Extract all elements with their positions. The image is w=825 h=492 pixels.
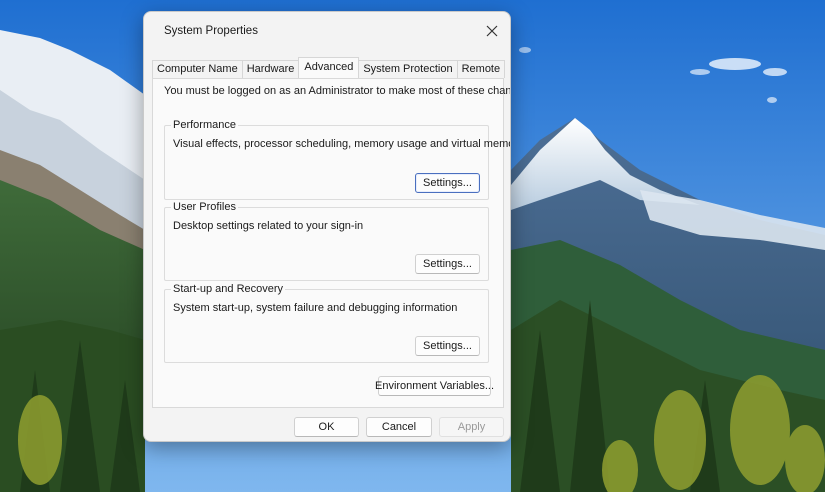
user-profiles-description: Desktop settings related to your sign-in <box>173 220 364 232</box>
user-profiles-label: User Profiles <box>171 201 238 213</box>
user-profiles-group: User Profiles Desktop settings related t… <box>164 201 489 281</box>
startup-recovery-group: Start-up and Recovery System start-up, s… <box>164 283 489 363</box>
system-properties-dialog: System Properties Computer Name Hardware… <box>143 11 511 442</box>
cancel-button[interactable]: Cancel <box>366 417 432 437</box>
performance-settings-button[interactable]: Settings... <box>415 173 480 193</box>
performance-group: Performance Visual effects, processor sc… <box>164 119 510 200</box>
title-bar[interactable]: System Properties <box>144 12 510 52</box>
close-button[interactable] <box>474 12 510 50</box>
apply-button[interactable]: Apply <box>439 417 504 437</box>
tab-advanced[interactable]: Advanced <box>298 57 360 78</box>
tab-hardware[interactable]: Hardware <box>241 60 300 78</box>
performance-description: Visual effects, processor scheduling, me… <box>173 138 511 150</box>
tab-computer-name[interactable]: Computer Name <box>152 60 243 78</box>
tab-remote[interactable]: Remote <box>456 60 506 78</box>
environment-variables-button[interactable]: Environment Variables... <box>375 376 494 396</box>
startup-recovery-label: Start-up and Recovery <box>171 283 286 295</box>
tab-strip: Computer Name Hardware Advanced System P… <box>152 57 506 78</box>
startup-recovery-settings-button[interactable]: Settings... <box>415 336 480 356</box>
ok-button[interactable]: OK <box>294 417 359 437</box>
advanced-tab-page: You must be logged on as an Administrato… <box>152 78 510 408</box>
tab-system-protection[interactable]: System Protection <box>358 60 458 78</box>
window-title: System Properties <box>164 25 258 37</box>
performance-label: Performance <box>171 119 238 131</box>
user-profiles-settings-button[interactable]: Settings... <box>415 254 480 274</box>
admin-notice: You must be logged on as an Administrato… <box>164 85 511 97</box>
close-icon <box>486 25 498 37</box>
startup-recovery-description: System start-up, system failure and debu… <box>173 302 458 314</box>
